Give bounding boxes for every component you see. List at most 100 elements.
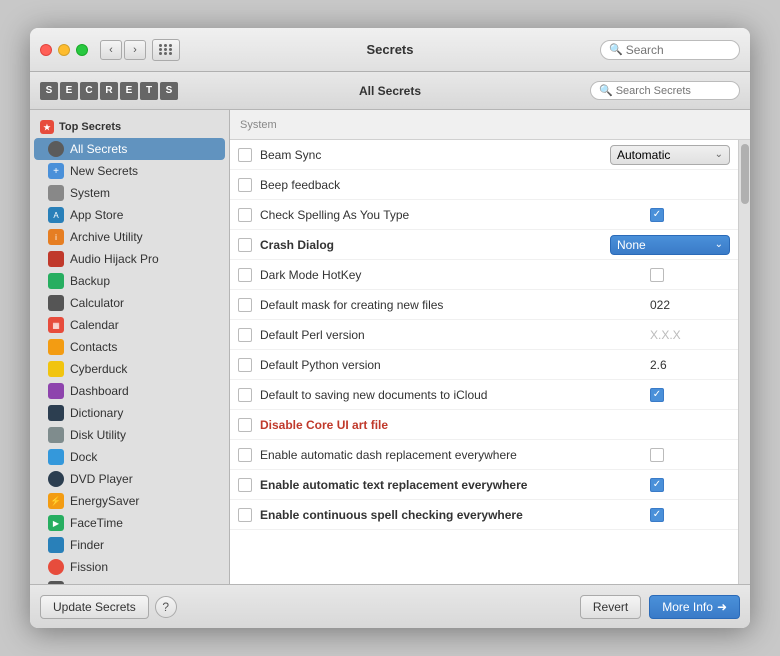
sidebar-item-disk-utility[interactable]: Disk Utility bbox=[30, 424, 229, 446]
row-checkbox-crash[interactable] bbox=[238, 238, 252, 252]
sidebar-label-fission: Fission bbox=[70, 560, 108, 574]
sidebar-item-contacts[interactable]: Contacts bbox=[30, 336, 229, 358]
row-value-mask: 022 bbox=[650, 298, 730, 312]
energy-icon: ⚡ bbox=[48, 493, 64, 509]
row-value-icloud[interactable]: ✓ bbox=[650, 388, 730, 402]
table-row: Beep feedback bbox=[230, 170, 738, 200]
sidebar-item-calendar[interactable]: ▦ Calendar bbox=[30, 314, 229, 336]
main-content: ★ Top Secrets All Secrets + New Secrets … bbox=[30, 110, 750, 584]
row-value-dash[interactable] bbox=[650, 448, 730, 462]
row-checkbox-mask[interactable] bbox=[238, 298, 252, 312]
search-input[interactable] bbox=[626, 43, 736, 57]
row-checkbox-coreui[interactable] bbox=[238, 418, 252, 432]
sidebar-label-audiohijack: Audio Hijack Pro bbox=[70, 252, 159, 266]
dictionary-icon bbox=[48, 405, 64, 421]
system-label: System bbox=[240, 119, 277, 131]
sidebar-item-all-secrets[interactable]: All Secrets bbox=[34, 138, 225, 160]
row-dropdown-beam-sync[interactable]: Automatic ⌄ bbox=[610, 145, 730, 165]
finder-icon bbox=[48, 537, 64, 553]
sidebar-item-dvd[interactable]: DVD Player bbox=[30, 468, 229, 490]
sidebar-item-finder[interactable]: Finder bbox=[30, 534, 229, 556]
app-window: ‹ › Secrets 🔍 S E C R E T S All Secrets bbox=[30, 28, 750, 628]
disk-utility-icon bbox=[48, 427, 64, 443]
sidebar-item-fission[interactable]: Fission bbox=[30, 556, 229, 578]
update-secrets-button[interactable]: Update Secrets bbox=[40, 595, 149, 619]
footer-right: Revert More Info ➜ bbox=[580, 595, 740, 619]
sidebar-section-top-secrets[interactable]: ★ Top Secrets bbox=[30, 116, 229, 138]
sidebar-item-backup[interactable]: Backup bbox=[30, 270, 229, 292]
row-checkbox-icloud[interactable] bbox=[238, 388, 252, 402]
forward-button[interactable]: › bbox=[124, 40, 146, 60]
chevron-down-icon: ⌄ bbox=[715, 239, 723, 250]
row-name-coreui: Disable Core UI art file bbox=[260, 418, 650, 432]
archive-icon: i bbox=[48, 229, 64, 245]
scrollbar-thumb[interactable] bbox=[741, 144, 749, 204]
row-checkbox-perl[interactable] bbox=[238, 328, 252, 342]
search-secrets-box[interactable]: 🔍 bbox=[590, 81, 740, 100]
row-value-perl: X.X.X bbox=[650, 328, 730, 342]
row-name-icloud: Default to saving new documents to iClou… bbox=[260, 388, 650, 402]
maximize-button[interactable] bbox=[76, 44, 88, 56]
arrow-right-icon: ➜ bbox=[717, 600, 727, 614]
back-button[interactable]: ‹ bbox=[100, 40, 122, 60]
sidebar-item-cyberduck[interactable]: Cyberduck bbox=[30, 358, 229, 380]
sidebar-label-app-store: App Store bbox=[70, 208, 123, 222]
sidebar-label-backup: Backup bbox=[70, 274, 110, 288]
row-checkbox-spellcheck[interactable] bbox=[238, 208, 252, 222]
calculator-icon bbox=[48, 295, 64, 311]
backup-icon bbox=[48, 273, 64, 289]
search-box[interactable]: 🔍 bbox=[600, 40, 740, 60]
sidebar-item-dock[interactable]: Dock bbox=[30, 446, 229, 468]
sidebar-item-archive[interactable]: i Archive Utility bbox=[30, 226, 229, 248]
row-value-spellcheck[interactable]: ✓ bbox=[650, 208, 730, 222]
dashboard-icon bbox=[48, 383, 64, 399]
table-row: Default to saving new documents to iClou… bbox=[230, 380, 738, 410]
more-info-button[interactable]: More Info ➜ bbox=[649, 595, 740, 619]
sidebar-item-facetime[interactable]: ▶ FaceTime bbox=[30, 512, 229, 534]
table-row: Enable continuous spell checking everywh… bbox=[230, 500, 738, 530]
table-row: Enable automatic text replacement everyw… bbox=[230, 470, 738, 500]
help-button[interactable]: ? bbox=[155, 596, 177, 618]
toolbar-center-label: All Secrets bbox=[359, 84, 421, 98]
sidebar-item-system[interactable]: System bbox=[30, 182, 229, 204]
row-checkbox-dash[interactable] bbox=[238, 448, 252, 462]
row-checkbox-beam-sync[interactable] bbox=[238, 148, 252, 162]
minimize-button[interactable] bbox=[58, 44, 70, 56]
row-value-darkmode[interactable] bbox=[650, 268, 730, 282]
sidebar-label-all-secrets: All Secrets bbox=[70, 142, 127, 156]
search-secrets-input[interactable] bbox=[616, 85, 736, 97]
sidebar-item-dashboard[interactable]: Dashboard bbox=[30, 380, 229, 402]
sidebar-label-dictionary: Dictionary bbox=[70, 406, 123, 420]
table-row: Disable Core UI art file bbox=[230, 410, 738, 440]
sidebar-item-new-secrets[interactable]: + New Secrets bbox=[30, 160, 229, 182]
cyberduck-icon bbox=[48, 361, 64, 377]
all-secrets-icon bbox=[48, 141, 64, 157]
toolbar: S E C R E T S All Secrets 🔍 bbox=[30, 72, 750, 110]
row-checkbox-spell[interactable] bbox=[238, 508, 252, 522]
row-name-autotext: Enable automatic text replacement everyw… bbox=[260, 478, 650, 492]
table-row: Default mask for creating new files 022 bbox=[230, 290, 738, 320]
titlebar: ‹ › Secrets 🔍 bbox=[30, 28, 750, 72]
sidebar-item-energy[interactable]: ⚡ EnergySaver bbox=[30, 490, 229, 512]
facetime-icon: ▶ bbox=[48, 515, 64, 531]
row-checkbox-python[interactable] bbox=[238, 358, 252, 372]
contacts-icon bbox=[48, 339, 64, 355]
sidebar-label-energy: EnergySaver bbox=[70, 494, 139, 508]
sidebar-item-app-store[interactable]: A App Store bbox=[30, 204, 229, 226]
row-checkbox-autotext[interactable] bbox=[238, 478, 252, 492]
grid-button[interactable] bbox=[152, 39, 180, 61]
letter-e2: E bbox=[120, 82, 138, 100]
row-name-spell: Enable continuous spell checking everywh… bbox=[260, 508, 650, 522]
row-checkbox-beep[interactable] bbox=[238, 178, 252, 192]
row-value-spell[interactable]: ✓ bbox=[650, 508, 730, 522]
revert-button[interactable]: Revert bbox=[580, 595, 641, 619]
scrollbar[interactable] bbox=[738, 140, 750, 584]
fission-icon bbox=[48, 559, 64, 575]
close-button[interactable] bbox=[40, 44, 52, 56]
sidebar-item-dictionary[interactable]: Dictionary bbox=[30, 402, 229, 424]
row-checkbox-darkmode[interactable] bbox=[238, 268, 252, 282]
row-dropdown-crash[interactable]: None ⌄ bbox=[610, 235, 730, 255]
row-value-autotext[interactable]: ✓ bbox=[650, 478, 730, 492]
sidebar-item-audiohijack[interactable]: Audio Hijack Pro bbox=[30, 248, 229, 270]
sidebar-item-calculator[interactable]: Calculator bbox=[30, 292, 229, 314]
